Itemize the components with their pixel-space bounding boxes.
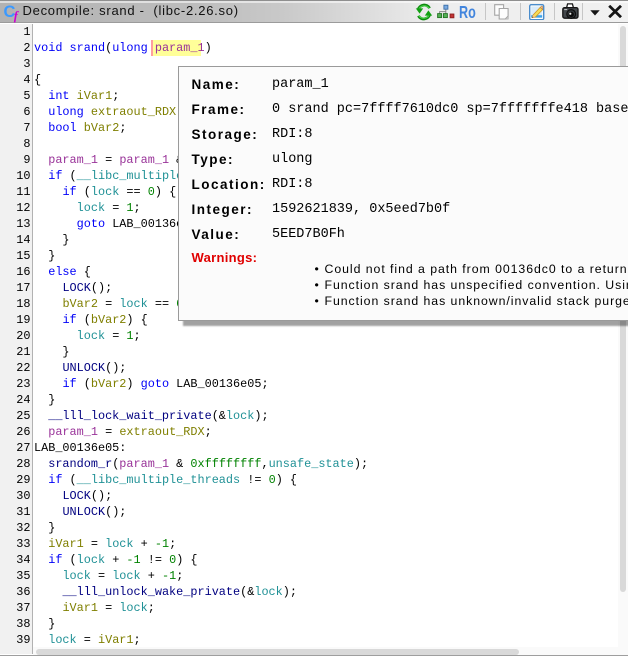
svg-text:f: f — [13, 9, 19, 23]
